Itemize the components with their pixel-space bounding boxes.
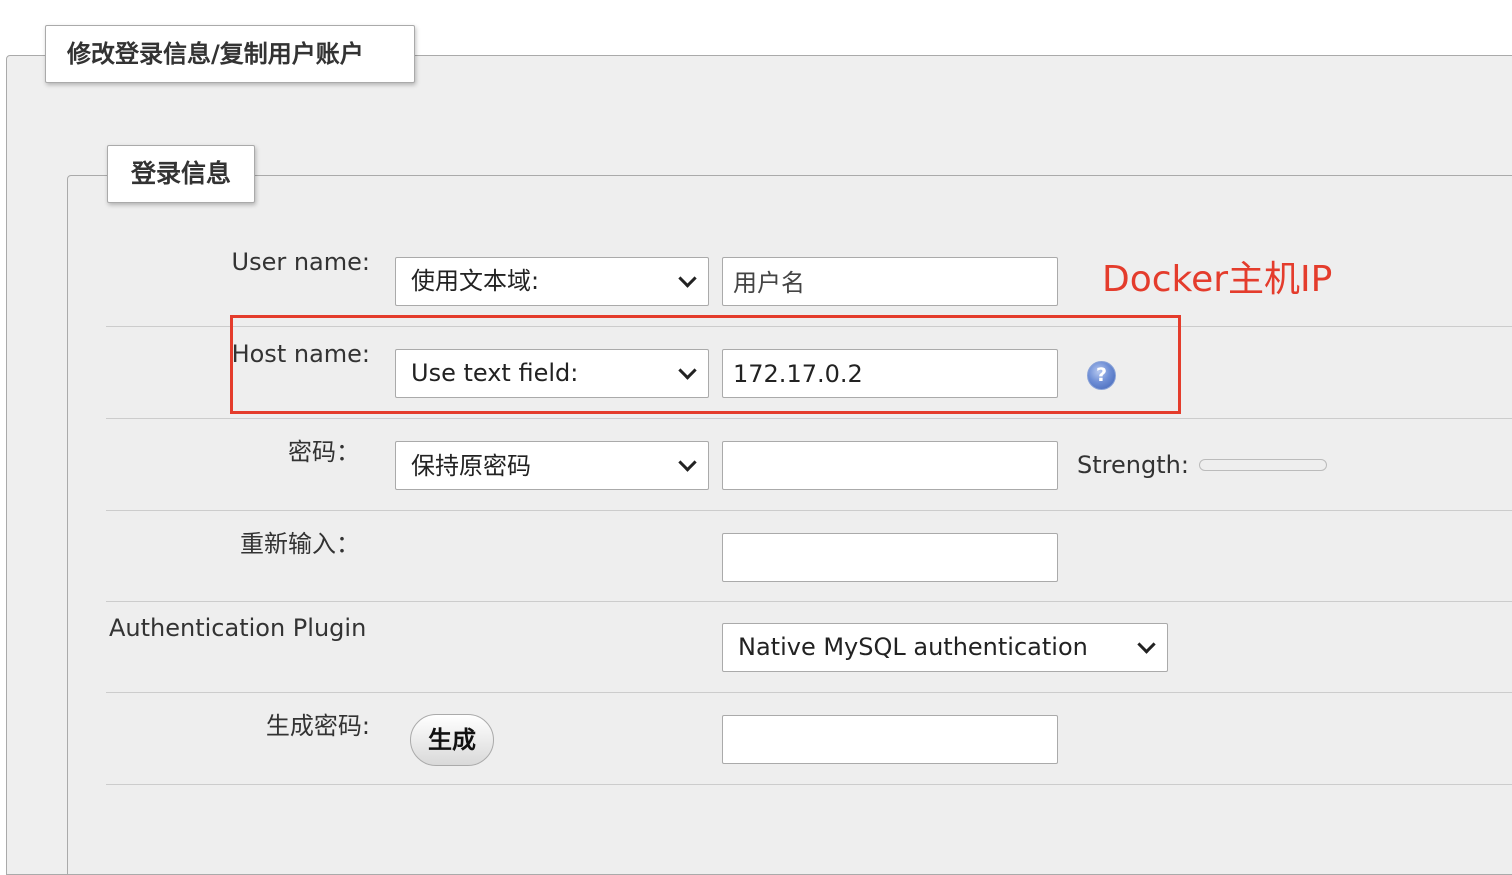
auth-plugin-label: Authentication Plugin	[109, 614, 367, 642]
password-label: 密码：	[288, 438, 360, 466]
outer-legend: 修改登录信息/复制用户账户	[45, 25, 415, 83]
generate-password-label: 生成密码:	[265, 712, 370, 740]
generated-password-input[interactable]	[722, 715, 1058, 764]
row-divider	[106, 418, 1512, 419]
annotation-label: Docker主机IP	[1102, 259, 1333, 300]
username-type-select[interactable]: 使用文本域:	[395, 257, 709, 306]
retype-password-input[interactable]	[722, 533, 1058, 582]
username-input[interactable]: 用户名	[722, 257, 1058, 306]
username-label: User name:	[231, 248, 370, 276]
username-type-select-value: 使用文本域:	[411, 267, 540, 295]
auth-plugin-select-value: Native MySQL authentication	[738, 633, 1088, 661]
chevron-down-icon	[1137, 634, 1156, 654]
login-info-legend: 登录信息	[107, 145, 255, 203]
row-divider	[106, 692, 1512, 693]
strength-label: Strength:	[1077, 451, 1189, 479]
password-strength-meter	[1199, 459, 1327, 471]
chevron-down-icon	[678, 452, 697, 472]
annotation-highlight-box	[230, 315, 1181, 414]
auth-plugin-select[interactable]: Native MySQL authentication	[722, 623, 1168, 672]
password-type-select-value: 保持原密码	[411, 452, 531, 480]
password-input[interactable]	[722, 441, 1058, 490]
row-divider	[106, 510, 1512, 511]
generate-password-button[interactable]: 生成	[410, 714, 494, 766]
row-divider	[106, 601, 1512, 602]
chevron-down-icon	[678, 268, 697, 288]
retype-label: 重新输入：	[240, 530, 360, 558]
password-type-select[interactable]: 保持原密码	[395, 441, 709, 490]
row-divider	[106, 784, 1512, 785]
